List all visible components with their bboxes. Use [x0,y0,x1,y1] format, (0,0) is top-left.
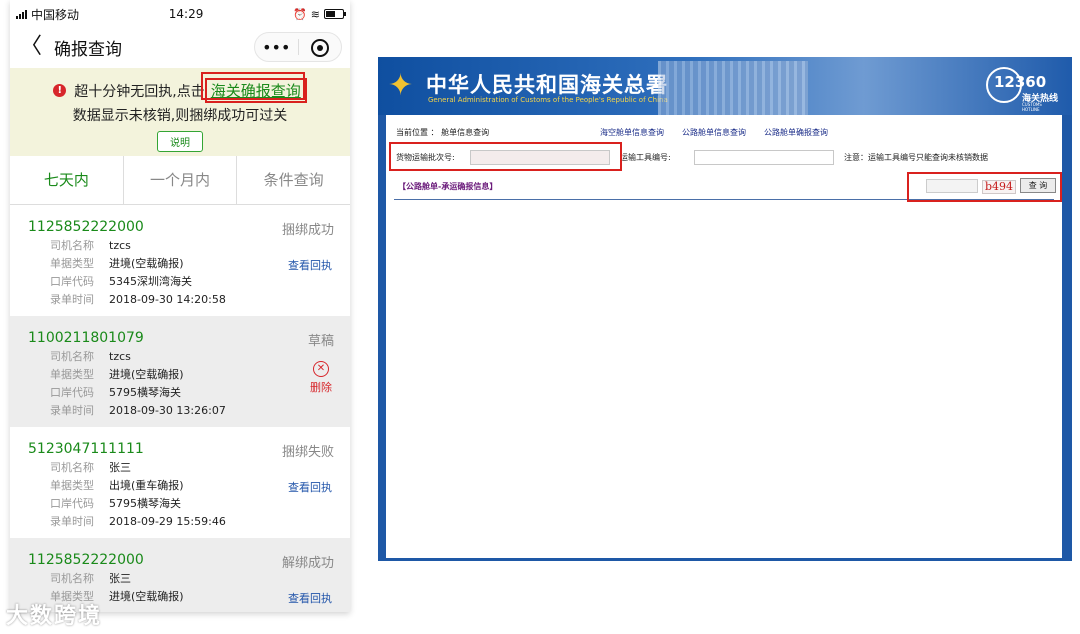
clock: 14:29 [168,7,204,21]
driver-value: tzcs [109,239,131,252]
record-number: 5123047111111 [28,441,144,457]
battery-icon [324,9,346,19]
back-icon[interactable]: 〈 [20,36,42,58]
highlight-box-captcha [907,172,1062,202]
list-item[interactable]: 1125852222000 捆绑成功 司机名称 tzcs 单据类型 进境(空载确报)… [10,205,350,316]
breadcrumb: 当前位置 ： 舱单信息查询 [396,128,490,137]
nav-link-sea-air[interactable]: 海空舱单信息查询 [600,127,664,138]
driver-label: 司机名称 [50,461,94,474]
wifi-icon: ≋ [310,7,320,21]
view-receipt-link[interactable]: 查看回执 [288,479,332,495]
close-target-button[interactable] [299,37,342,57]
doc-type-value: 进境(空载确报) [109,590,184,603]
hotline-number: 12360 [994,73,1047,91]
customs-emblem-icon: ✦ [388,68,414,103]
time-label: 录单时间 [50,404,94,417]
time-label: 录单时间 [50,293,94,306]
port-label: 口岸代码 [50,275,94,288]
driver-value: tzcs [109,350,131,363]
doc-type-label: 单据类型 [50,257,94,270]
status-badge: 解绑成功 [281,556,334,571]
site-subtitle: General Administration of Customs of the… [428,96,668,104]
doc-type-value: 进境(空载确报) [109,257,184,270]
target-icon [310,38,329,57]
nav-bar: 〈 确报查询 ••• [10,28,350,66]
record-number: 1100211801079 [28,330,144,346]
vehicle-no-input[interactable] [694,150,834,165]
building-image [658,61,808,115]
tab-condition-query[interactable]: 条件查询 [237,156,350,204]
delete-button[interactable]: ✕ 删除 [310,361,332,395]
time-value: 2018-09-29 15:59:46 [109,515,226,528]
hotline-english: CUSTOMS HOTLINE [1022,102,1042,112]
time-label: 录单时间 [50,515,94,528]
nav-link-road-manifest[interactable]: 公路舱单信息查询 [682,127,746,138]
delete-label: 删除 [310,381,332,394]
port-label: 口岸代码 [50,386,94,399]
notice-text: 超十分钟无回执,点击 [74,83,205,100]
vehicle-no-label: 运输工具编号: [620,153,671,162]
doc-type-value: 进境(空载确报) [109,368,184,381]
tab-one-month[interactable]: 一个月内 [124,156,238,204]
list-item[interactable]: 5123047111111 捆绑失败 司机名称 张三 单据类型 出境(重车确报) 口… [10,427,350,538]
signal-icon [16,9,27,19]
status-badge: 草稿 [307,334,334,349]
time-value: 2018-09-30 13:26:07 [109,404,226,417]
notice-line-2: 数据显示未核销,则捆绑成功可过关 [72,108,288,124]
list-item[interactable]: 1100211801079 草稿 司机名称 tzcs 单据类型 进境(空载确报) 口… [10,316,350,427]
site-header: ✦ 中华人民共和国海关总署 General Administration of … [378,57,1072,115]
driver-value: 张三 [109,572,131,585]
doc-type-value: 出境(重车确报) [109,479,184,492]
driver-value: 张三 [109,461,131,474]
section-title: 【公路舱单-承运确报信息】 [398,182,498,191]
query-note: 注意：运输工具编号只能查询未核销数据 [844,153,988,162]
close-circle-icon: ✕ [313,361,329,377]
status-badge: 捆绑成功 [281,223,334,238]
driver-label: 司机名称 [50,239,94,252]
page-title: 确报查询 [54,39,123,60]
port-label: 口岸代码 [50,497,94,510]
record-number: 1125852222000 [28,219,144,235]
driver-label: 司机名称 [50,350,94,363]
mini-program-capsule: ••• [254,32,342,62]
port-value: 5795横琴海关 [109,386,181,399]
highlight-box-cargo-input [389,142,622,171]
carrier-name: 中国移动 [31,7,80,22]
nav-link-road-confirm[interactable]: 公路舱单确报查询 [764,127,828,138]
port-value: 5795横琴海关 [109,497,181,510]
port-value: 5345深圳湾海关 [109,275,192,288]
site-title: 中华人民共和国海关总署 [426,73,668,97]
tab-seven-days[interactable]: 七天内 [10,156,124,204]
record-list: 1125852222000 捆绑成功 司机名称 tzcs 单据类型 进境(空载确报)… [10,205,350,612]
watermark: 大数跨境 [6,604,103,629]
driver-label: 司机名称 [50,572,94,585]
highlight-box-customs-link [201,72,305,100]
customs-website-screen: ✦ 中华人民共和国海关总署 General Administration of … [378,57,1072,561]
doc-type-label: 单据类型 [50,368,94,381]
view-receipt-link[interactable]: 查看回执 [288,590,332,606]
hotline-logo: 12360 海关热线 CUSTOMS HOTLINE [986,67,1058,112]
more-icon[interactable]: ••• [255,38,298,57]
time-value: 2018-09-30 14:20:58 [109,293,226,306]
view-receipt-link[interactable]: 查看回执 [288,257,332,273]
doc-type-label: 单据类型 [50,479,94,492]
status-badge: 捆绑失败 [281,445,334,460]
status-bar: 中国移动 14:29 ⏰ ≋ [10,0,350,28]
alarm-icon: ⏰ [293,7,307,21]
record-number: 1125852222000 [28,552,144,568]
explain-button[interactable]: 说明 [157,131,203,152]
alert-icon: ! [53,84,67,97]
date-tabs: 七天内 一个月内 条件查询 [10,156,350,205]
